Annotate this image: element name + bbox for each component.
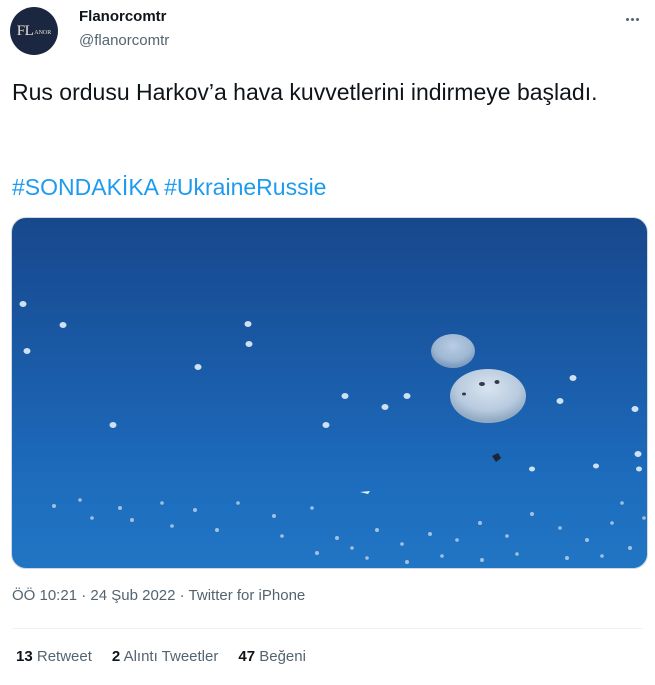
paratroopers-sky-image — [19, 301, 646, 564]
tweet-date[interactable]: 24 Şub 2022 — [90, 587, 175, 604]
quote-tweets-label: Alıntı Tweetler — [123, 648, 219, 665]
quote-tweets-count: 2 — [111, 648, 121, 665]
user-handle[interactable]: @flanorcomtr — [79, 32, 169, 49]
more-options-icon[interactable] — [621, 8, 643, 30]
tweet-metadata: ÖÖ 10:21 · 24 Şub 2022 · Twitter for iPh… — [12, 587, 305, 604]
display-name[interactable]: Flanorcomtr — [79, 8, 167, 25]
avatar-logo-subtext: ANOR — [34, 29, 52, 36]
quote-tweets-stat[interactable]: 2 Alıntı Tweetler — [112, 648, 218, 665]
hashtag-ukrainerussie[interactable]: #UkraineRussie — [164, 174, 326, 200]
tweet-source[interactable]: Twitter for iPhone — [189, 587, 306, 604]
divider — [12, 628, 643, 629]
tweet-time[interactable]: ÖÖ 10:21 — [12, 587, 77, 604]
likes-label: Beğeni — [259, 648, 306, 665]
avatar-logo-text: FL — [16, 22, 34, 39]
likes-stat[interactable]: 47 Beğeni — [238, 648, 306, 665]
tweet-media-video[interactable] — [11, 217, 648, 569]
tweet-text: Rus ordusu Harkov’a hava kuvvetlerini in… — [12, 79, 598, 105]
likes-count: 47 — [238, 648, 256, 665]
retweets-count: 13 — [16, 648, 33, 665]
avatar[interactable]: FL ANOR — [10, 7, 58, 55]
hashtags: #SONDAKİKA #UkraineRussie — [12, 172, 326, 203]
meta-separator: · — [77, 587, 91, 604]
tweet-stats: 13 Retweet 2 Alıntı Tweetler 47 Beğeni — [16, 648, 306, 665]
meta-separator: · — [175, 587, 189, 604]
retweets-label: Retweet — [36, 648, 92, 665]
retweets-stat[interactable]: 13 Retweet — [16, 648, 92, 665]
hashtag-sondakika[interactable]: #SONDAKİKA — [12, 174, 158, 200]
